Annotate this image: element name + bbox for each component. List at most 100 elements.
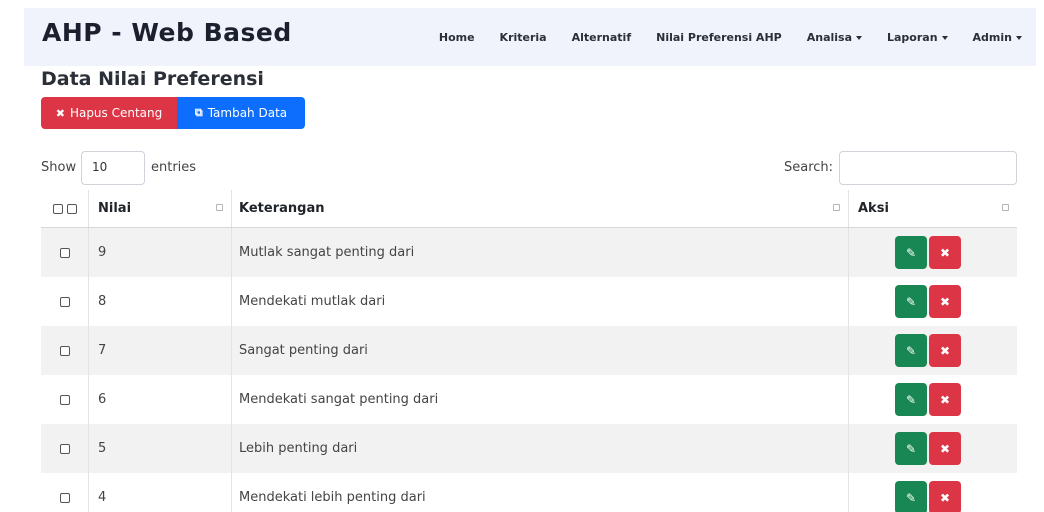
keterangan-cell: Mendekati sangat penting dari <box>239 392 439 407</box>
table-row: 9 Mutlak sangat penting dari ✎ ✖ <box>41 228 1017 277</box>
row-checkbox-cell <box>41 326 88 375</box>
delete-button[interactable]: ✖ <box>929 383 961 416</box>
entries-label: entries <box>151 160 197 175</box>
edit-button[interactable]: ✎ <box>895 481 927 512</box>
row-checkbox-cell <box>41 277 88 326</box>
edit-button[interactable]: ✎ <box>895 383 927 416</box>
table-row: 4 Mendekati lebih penting dari ✎ ✖ <box>41 473 1017 512</box>
nav-item-nilai-preferensi[interactable]: Nilai Preferensi AHP <box>656 31 782 44</box>
nav-item-label: Analisa <box>806 30 852 44</box>
row-checkbox-cell <box>41 228 88 277</box>
column-divider <box>88 473 89 512</box>
caret-down-icon <box>1016 35 1022 40</box>
column-divider <box>88 424 89 473</box>
nav-item-label: Admin <box>972 30 1012 44</box>
nilai-cell: 6 <box>98 392 107 407</box>
edit-button[interactable]: ✎ <box>895 334 927 367</box>
edit-icon: ✎ <box>905 343 917 358</box>
column-divider <box>88 228 89 277</box>
column-header-nilai[interactable]: Nilai <box>88 190 231 227</box>
sort-icon <box>216 204 223 211</box>
nav-item-kriteria[interactable]: Kriteria <box>500 31 547 44</box>
delete-icon: ✖ <box>939 294 951 309</box>
column-header-aksi[interactable]: Aksi <box>848 190 1017 227</box>
keterangan-cell: Lebih penting dari <box>239 441 358 456</box>
table-row: 6 Mendekati sangat penting dari ✎ ✖ <box>41 375 1017 424</box>
column-divider <box>88 277 89 326</box>
delete-button[interactable]: ✖ <box>929 334 961 367</box>
column-header-label: Aksi <box>858 201 889 216</box>
select-all-checkbox[interactable] <box>52 203 63 214</box>
nav-item-admin[interactable]: Admin <box>973 31 1022 44</box>
column-divider <box>848 190 849 227</box>
keterangan-cell: Mendekati lebih penting dari <box>239 490 426 505</box>
top-navbar: AHP - Web Based Home Kriteria Alternatif… <box>24 8 1036 66</box>
delete-checked-button[interactable]: ✖ Hapus Centang <box>41 97 177 129</box>
nav-item-alternatif[interactable]: Alternatif <box>572 31 632 44</box>
search-input[interactable] <box>839 151 1017 185</box>
nav-item-analisa[interactable]: Analisa <box>807 31 862 44</box>
nav-item-laporan[interactable]: Laporan <box>887 31 948 44</box>
row-checkbox[interactable] <box>59 345 70 356</box>
edit-button[interactable]: ✎ <box>895 285 927 318</box>
edit-icon: ✎ <box>905 490 917 505</box>
caret-down-icon <box>856 35 862 40</box>
keterangan-cell: Sangat penting dari <box>239 343 368 358</box>
delete-button[interactable]: ✖ <box>929 481 961 512</box>
nav-item-label: Alternatif <box>571 30 632 44</box>
column-divider <box>88 326 89 375</box>
delete-button[interactable]: ✖ <box>929 432 961 465</box>
nav-menu: Home Kriteria Alternatif Nilai Preferens… <box>414 8 1022 66</box>
edit-button[interactable]: ✎ <box>895 236 927 269</box>
edit-icon: ✎ <box>905 245 917 260</box>
column-divider <box>848 473 849 512</box>
column-header-keterangan[interactable]: Keterangan <box>231 190 848 227</box>
header-sort-checkbox[interactable] <box>66 203 77 214</box>
column-divider <box>88 190 89 227</box>
table-row: 8 Mendekati mutlak dari ✎ ✖ <box>41 277 1017 326</box>
row-checkbox[interactable] <box>59 296 70 307</box>
edit-button[interactable]: ✎ <box>895 432 927 465</box>
row-checkbox-cell <box>41 375 88 424</box>
delete-icon: ✖ <box>939 490 951 505</box>
edit-icon: ✎ <box>905 294 917 309</box>
row-checkbox[interactable] <box>59 394 70 405</box>
delete-button[interactable]: ✖ <box>929 236 961 269</box>
row-checkbox-cell <box>41 424 88 473</box>
column-divider <box>848 326 849 375</box>
nav-item-label: Laporan <box>887 30 938 44</box>
entries-select[interactable]: 10 <box>81 151 145 185</box>
row-checkbox-cell <box>41 473 88 512</box>
table-row: 7 Sangat penting dari ✎ ✖ <box>41 326 1017 375</box>
column-divider <box>88 375 89 424</box>
row-checkbox[interactable] <box>59 443 70 454</box>
nav-item-label: Home <box>438 30 475 44</box>
delete-icon: ✖ <box>939 392 951 407</box>
aksi-cell: ✎ ✖ <box>848 228 1017 277</box>
header-checkbox-cell <box>41 190 88 227</box>
delete-button[interactable]: ✖ <box>929 285 961 318</box>
keterangan-cell: Mendekati mutlak dari <box>239 294 386 309</box>
nav-item-home[interactable]: Home <box>439 31 475 44</box>
column-divider <box>231 277 232 326</box>
sort-icon <box>833 204 840 211</box>
brand-title[interactable]: AHP - Web Based <box>42 18 292 47</box>
column-divider <box>231 190 232 227</box>
row-checkbox[interactable] <box>59 492 70 503</box>
row-checkbox[interactable] <box>59 247 70 258</box>
delete-checked-label: Hapus Centang <box>69 106 163 120</box>
table-row: 5 Lebih penting dari ✎ ✖ <box>41 424 1017 473</box>
delete-icon: ✖ <box>939 245 951 260</box>
column-header-label: Keterangan <box>239 201 325 216</box>
column-divider <box>848 228 849 277</box>
delete-icon: ✖ <box>939 343 951 358</box>
column-divider <box>848 277 849 326</box>
nilai-cell: 7 <box>98 343 107 358</box>
edit-icon: ✎ <box>905 392 917 407</box>
keterangan-cell: Mutlak sangat penting dari <box>239 245 415 260</box>
nav-item-label: Nilai Preferensi AHP <box>656 30 782 44</box>
column-header-label: Nilai <box>98 201 132 216</box>
aksi-cell: ✎ ✖ <box>848 375 1017 424</box>
add-data-button[interactable]: ⧉ Tambah Data <box>177 97 305 129</box>
action-button-group: ✖ Hapus Centang ⧉ Tambah Data <box>41 97 305 129</box>
